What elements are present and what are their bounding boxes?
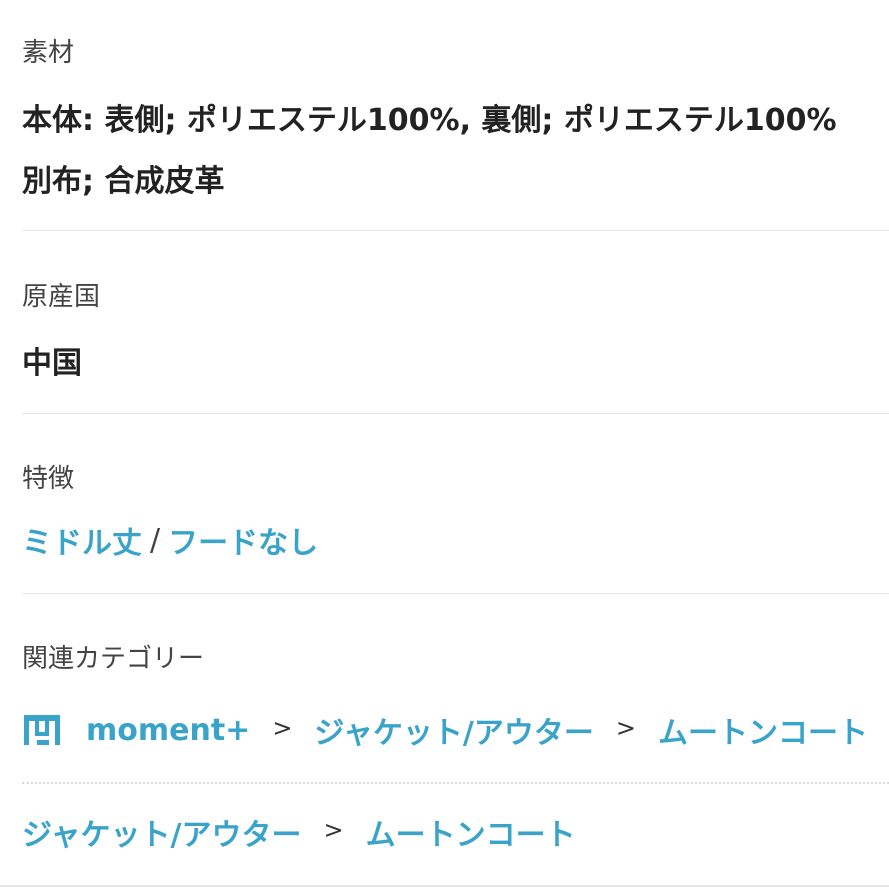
category-link-mouton-coat[interactable]: ムートンコート xyxy=(366,810,576,854)
feature-link-no-hood[interactable]: フードなし xyxy=(168,518,318,562)
divider xyxy=(22,413,889,414)
category-link-moment[interactable]: moment+ xyxy=(86,713,250,748)
material-value-line2: 別布; 合成皮革 xyxy=(22,164,225,199)
bottom-border xyxy=(0,885,889,887)
features-list: ミドル丈 / フードなし xyxy=(22,518,318,562)
category-link-jacket-outer[interactable]: ジャケット/アウター xyxy=(22,810,301,854)
store-icon xyxy=(22,713,62,747)
dotted-divider xyxy=(22,782,889,784)
feature-link-middle-length[interactable]: ミドル丈 xyxy=(22,518,142,562)
material-label: 素材 xyxy=(22,38,75,68)
chevron-right-icon: > xyxy=(615,714,636,742)
categories-label: 関連カテゴリー xyxy=(22,644,205,674)
category-breadcrumb-2: ジャケット/アウター > ムートンコート xyxy=(22,810,576,854)
category-breadcrumb-1: moment+ > ジャケット/アウター > ムートンコート xyxy=(22,708,868,752)
category-link-jacket-outer[interactable]: ジャケット/アウター xyxy=(314,708,593,752)
divider xyxy=(22,593,889,594)
origin-value: 中国 xyxy=(22,346,82,381)
origin-label: 原産国 xyxy=(22,282,101,312)
divider xyxy=(22,230,889,231)
chevron-right-icon: > xyxy=(323,816,344,844)
material-value-line1: 本体: 表側; ポリエステル100%, 裏側; ポリエステル100% xyxy=(22,103,837,138)
features-label: 特徴 xyxy=(22,464,75,494)
chevron-right-icon: > xyxy=(272,714,293,742)
feature-separator: / xyxy=(150,522,161,558)
category-link-mouton-coat[interactable]: ムートンコート xyxy=(658,708,868,752)
